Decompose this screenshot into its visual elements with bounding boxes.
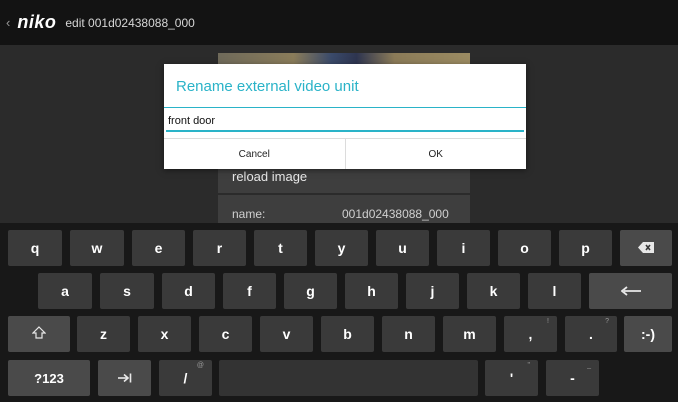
key-u[interactable]: u: [376, 230, 429, 266]
key-r[interactable]: r: [193, 230, 246, 266]
backspace-icon: [638, 240, 654, 256]
dialog-title: Rename external video unit: [176, 78, 359, 95]
key-comma[interactable]: , !: [504, 316, 557, 352]
key-n[interactable]: n: [382, 316, 435, 352]
key-k[interactable]: k: [467, 273, 520, 309]
enter-key[interactable]: [589, 273, 672, 309]
name-label: name:: [232, 207, 266, 221]
key-apostrophe[interactable]: ' ": [485, 360, 538, 396]
shift-icon: [31, 326, 47, 342]
key-comma-hint: !: [547, 318, 549, 325]
key-comma-label: ,: [528, 326, 533, 342]
key-m[interactable]: m: [443, 316, 496, 352]
key-period[interactable]: . ?: [565, 316, 617, 352]
key-c[interactable]: c: [199, 316, 252, 352]
rename-input[interactable]: [166, 112, 524, 132]
key-s[interactable]: s: [100, 273, 154, 309]
shift-key[interactable]: [8, 316, 70, 352]
key-l[interactable]: l: [528, 273, 581, 309]
key-q[interactable]: q: [8, 230, 62, 266]
key-b[interactable]: b: [321, 316, 374, 352]
key-period-hint: ?: [605, 318, 609, 325]
key-dash-hint: _: [587, 362, 591, 369]
niko-logo: niko: [17, 12, 57, 32]
tab-key[interactable]: [98, 360, 151, 396]
space-bar[interactable]: [219, 360, 478, 396]
name-row[interactable]: name: 001d02438088_000: [218, 195, 470, 223]
name-value: 001d02438088_000: [342, 207, 449, 221]
key-x[interactable]: x: [138, 316, 191, 352]
key-slash-hint: @: [196, 362, 204, 369]
key-slash[interactable]: / @: [159, 360, 212, 396]
key-w[interactable]: w: [70, 230, 124, 266]
key-j[interactable]: j: [406, 273, 459, 309]
key-apostrophe-hint: ": [527, 362, 531, 369]
key-z[interactable]: z: [77, 316, 130, 352]
enter-icon: [620, 283, 641, 299]
key-period-label: .: [589, 326, 593, 342]
smiley-key[interactable]: :-): [624, 316, 672, 352]
key-v[interactable]: v: [260, 316, 313, 352]
dialog-buttons: Cancel OK: [164, 138, 526, 169]
top-bar: ‹ niko edit 001d02438088_000: [0, 0, 678, 45]
key-h[interactable]: h: [345, 273, 398, 309]
key-p[interactable]: p: [559, 230, 612, 266]
key-d[interactable]: d: [162, 273, 215, 309]
back-chevron-icon[interactable]: ‹: [6, 15, 10, 30]
backspace-key[interactable]: [620, 230, 672, 266]
key-t[interactable]: t: [254, 230, 307, 266]
dialog-title-divider: [164, 107, 526, 108]
key-g[interactable]: g: [284, 273, 337, 309]
key-a[interactable]: a: [38, 273, 92, 309]
key-f[interactable]: f: [223, 273, 276, 309]
key-dash-label: -: [570, 370, 575, 386]
key-e[interactable]: e: [132, 230, 185, 266]
key-o[interactable]: o: [498, 230, 551, 266]
ok-button[interactable]: OK: [344, 139, 526, 169]
tab-icon: [117, 370, 132, 386]
cancel-button[interactable]: Cancel: [164, 139, 345, 169]
on-screen-keyboard: q w e r t y u i o p a s d f g h j k l z …: [0, 223, 678, 402]
key-y[interactable]: y: [315, 230, 368, 266]
symbols-key[interactable]: ?123: [8, 360, 90, 396]
rename-dialog: Rename external video unit Cancel OK: [164, 64, 526, 169]
key-i[interactable]: i: [437, 230, 490, 266]
breadcrumb: edit 001d02438088_000: [65, 15, 195, 30]
key-slash-label: /: [183, 370, 188, 386]
key-apostrophe-label: ': [509, 370, 514, 386]
key-dash[interactable]: - _: [546, 360, 599, 396]
